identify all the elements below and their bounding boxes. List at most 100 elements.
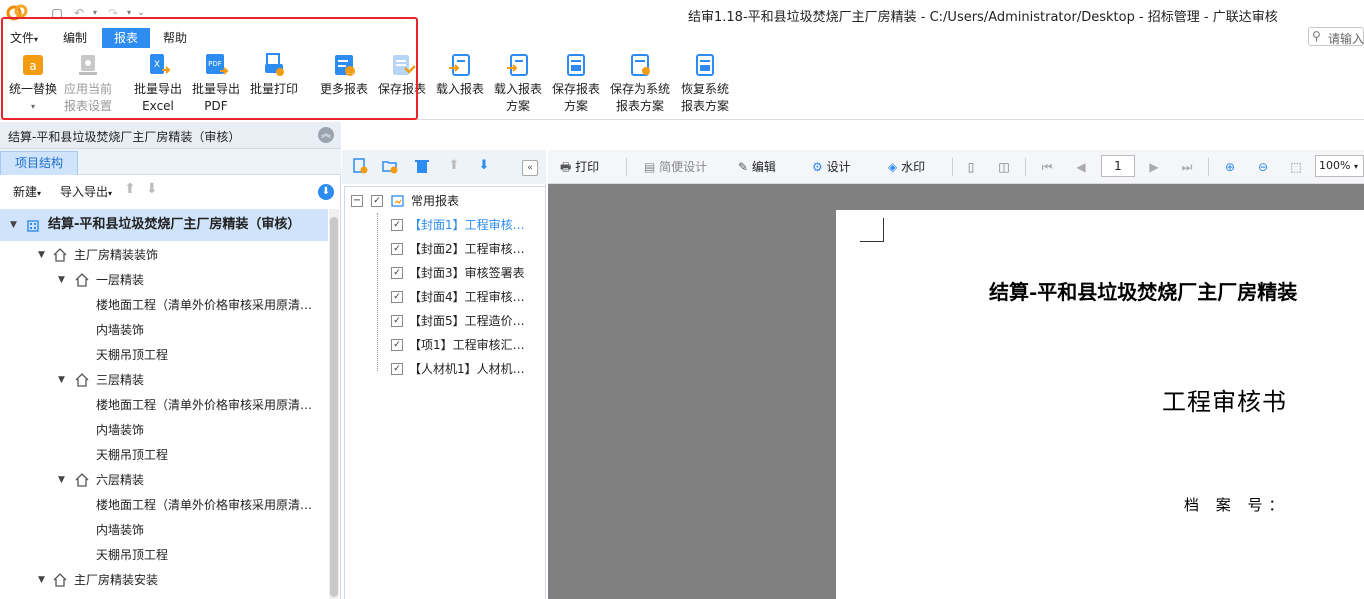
group-checkbox[interactable]: ✓ [371,195,383,207]
tree-item[interactable]: ▼ 主厂房精装安装 [0,568,328,593]
tree-item[interactable]: 楼地面工程（清单外价格审核采用原清… [0,393,328,418]
tab-report[interactable]: 报表 [102,28,150,48]
scrollbar-thumb[interactable] [330,217,338,597]
tree-item-label: 结算-平和县垃圾焚烧厂主厂房精装（审核） [48,217,301,232]
report-item[interactable]: ✓ 【项1】工程审核汇… [345,333,545,357]
report-item[interactable]: ✓ 【封面5】工程造价… [345,309,545,333]
tab-project-structure[interactable]: 项目结构 [0,151,78,175]
tree-item[interactable]: 内墙装饰 [0,518,328,543]
zoom-select[interactable]: 100% ▾ [1315,155,1364,177]
collapse-icon[interactable]: ︽ [318,127,334,143]
save-icon[interactable]: ▢ [50,6,64,20]
replace-icon: a [23,55,43,75]
load-report-scheme-button[interactable]: 载入报表 方案 [488,52,548,115]
delete-icon[interactable] [414,158,430,174]
report-checkbox[interactable]: ✓ [391,243,403,255]
add-folder-icon[interactable] [382,158,398,174]
unified-replace-button[interactable]: a 统一替换 ▾ [3,52,63,115]
next-page-icon[interactable]: ▶ [1145,158,1163,176]
simple-design-button[interactable]: ▤ 简便设计 [644,158,707,176]
download-icon[interactable]: ⬇ [318,184,334,200]
batch-export-excel-button[interactable]: X 批量导出 Excel [128,52,188,115]
move-up-icon[interactable]: ⬆ [124,181,136,197]
report-checkbox[interactable]: ✓ [391,339,403,351]
report-checkbox[interactable]: ✓ [391,267,403,279]
tree-root-item[interactable]: ▼ 结算-平和县垃圾焚烧厂主厂房精装（审核） [0,209,328,241]
report-checkbox[interactable]: ✓ [391,315,403,327]
move-up-icon[interactable]: ⬆ [446,158,462,174]
search-input[interactable]: ⚲ 请输入 [1308,27,1364,46]
zoom-out-icon[interactable]: ⊖ [1254,158,1272,176]
move-down-icon[interactable]: ⬇ [476,158,492,174]
undo-icon[interactable]: ↶ [72,6,86,20]
tab-edit[interactable]: 编制 [55,28,95,48]
design-button[interactable]: ⚙ 设计 [812,158,851,176]
dropdown-arrow-icon: ▾ [30,102,35,111]
document-title: 结算-平和县垃圾焚烧厂主厂房精装 [989,280,1298,304]
tree-item[interactable]: ▼ 三层精装 [0,368,328,393]
collapse-arrow-icon[interactable]: ▼ [58,368,65,393]
left-tab-bar: 项目结构 [0,149,341,175]
report-item[interactable]: ✓ 【封面3】审核签署表 [345,261,545,285]
batch-export-pdf-button[interactable]: PDF 批量导出 PDF [186,52,246,115]
tree-item[interactable]: 天棚吊顶工程 [0,543,328,568]
edit-icon: ✎ [738,160,749,174]
collapse-panel-icon[interactable]: « [522,160,538,176]
collapse-toggle-icon[interactable]: − [351,195,363,207]
collapse-arrow-icon[interactable]: ▼ [58,268,65,293]
left-toolbar: 新建▾ 导入导出▾ ⬆ ⬇ ⬇ [0,175,341,205]
add-report-icon[interactable] [352,158,368,174]
more-reports-button[interactable]: … 更多报表 [314,52,374,98]
collapse-arrow-icon[interactable]: ▼ [38,568,45,593]
report-item[interactable]: ✓ 【封面4】工程审核… [345,285,545,309]
report-checkbox[interactable]: ✓ [391,291,403,303]
collapse-arrow-icon[interactable]: ▼ [38,243,45,268]
first-page-icon[interactable]: ⏮ [1038,158,1056,176]
report-group[interactable]: − ✓ 常用报表 [345,189,545,213]
tree-item[interactable]: 内墙装饰 [0,318,328,343]
tab-file[interactable]: 文件▾ [2,28,46,48]
zoom-in-icon[interactable]: ⊕ [1221,158,1239,176]
tree-item[interactable]: 天棚吊顶工程 [0,443,328,468]
last-page-icon[interactable]: ⏭ [1178,158,1196,176]
tree-item[interactable]: 楼地面工程（清单外价格审核采用原清… [0,493,328,518]
fit-page-icon[interactable]: ⬚ [1287,158,1305,176]
save-report-button[interactable]: 保存报表 [372,52,432,98]
import-export-button[interactable]: 导入导出▾ [60,183,112,200]
prev-page-icon[interactable]: ◀ [1072,158,1090,176]
collapse-arrow-icon[interactable]: ▼ [10,209,17,241]
report-checkbox[interactable]: ✓ [391,219,403,231]
collapse-arrow-icon[interactable]: ▼ [58,468,65,493]
print-batch-icon [265,53,284,76]
customize-quick-access-icon[interactable]: ⌄ [134,6,148,20]
tab-help[interactable]: 帮助 [155,28,195,48]
batch-print-button[interactable]: 批量打印 [244,52,304,98]
double-page-icon[interactable]: ◫ [995,158,1013,176]
report-checkbox[interactable]: ✓ [391,363,403,375]
tree-item[interactable]: ▼ 主厂房精装装饰 [0,243,328,268]
restore-system-scheme-button[interactable]: 恢复系统 报表方案 [674,52,736,115]
load-report-button[interactable]: 载入报表 [430,52,490,98]
tree-scrollbar[interactable] [329,209,339,599]
report-item[interactable]: ✓ 【封面1】工程审核… [345,213,545,237]
tree-item[interactable]: 天棚吊顶工程 [0,343,328,368]
redo-icon[interactable]: ↷ [106,6,120,20]
tree-item[interactable]: ▼ 六层精装 [0,468,328,493]
save-as-system-scheme-button[interactable]: 保存为系统 报表方案 [605,52,675,115]
save-report-scheme-button[interactable]: 保存报表 方案 [546,52,606,115]
apply-settings-button[interactable]: 应用当前 报表设置 [58,52,118,115]
page-number-input[interactable]: 1 [1101,155,1135,177]
undo-dropdown-icon[interactable]: ▾ [88,6,102,20]
move-down-icon[interactable]: ⬇ [146,181,158,197]
watermark-button[interactable]: ◈ 水印 [888,158,925,176]
report-item[interactable]: ✓ 【人材机1】人材机… [345,357,545,381]
report-item[interactable]: ✓ 【封面2】工程审核… [345,237,545,261]
single-page-icon[interactable]: ▯ [962,158,980,176]
new-button[interactable]: 新建▾ [13,183,41,200]
tree-item[interactable]: ▼ 一层精装 [0,268,328,293]
watermark-icon: ◈ [888,160,898,174]
tree-item[interactable]: 内墙装饰 [0,418,328,443]
tree-item[interactable]: 楼地面工程（清单外价格审核采用原清… [0,293,328,318]
edit-button[interactable]: ✎ 编辑 [738,158,776,176]
print-button[interactable]: 🖶 打印 [560,158,599,176]
